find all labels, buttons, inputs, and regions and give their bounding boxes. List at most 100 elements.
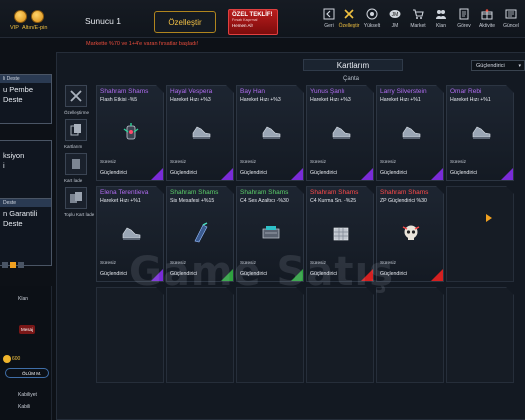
nav-news[interactable]: Güncel [500,8,522,29]
left-deck-card-1[interactable]: li Deste u Pembe Deste [0,74,52,124]
nav-back[interactable]: Geri [318,8,340,29]
card-type: Güçlendirici [170,170,198,176]
card-item[interactable]: Shahram Shams Flash Etkisi -%5 Süresiz Güçl… [96,85,164,181]
card-duration: Süresiz [380,261,396,266]
filter-bulk-return-box[interactable] [65,187,87,209]
quest-icon [459,8,469,20]
card-duration: Süresiz [170,160,186,165]
rarity-corner [431,168,443,180]
card-type: Güçlendirici [100,271,128,277]
clan-label[interactable]: Klan [18,296,28,302]
card-stat: Flash Etkisi -%5 [100,97,138,103]
card-item[interactable]: Shahram Shams C4 Ses Azaltıcı -%30 Süresiz… [236,186,304,282]
card-item[interactable]: Shahram Shams ZP Güçlendirici %30 Süresiz G… [376,186,444,282]
card-stat: ZP Güçlendirici %30 [380,198,427,204]
card-stat: Hareket Hızı +%1 [100,198,141,204]
cards-icon [70,124,81,136]
death-mode-button[interactable]: ÖLÜM M. [5,368,49,378]
nav-quest[interactable]: Görev [453,8,475,29]
card-name: Elena Terentieva [100,189,149,196]
clan-icon [436,10,446,19]
c4-icon [259,221,283,245]
left-deck-card-1-header: li Deste [0,75,51,83]
card-item[interactable]: Shahram Shams Sis Mesafesi +%15 Süresiz Güç… [166,186,234,282]
rarity-corner [221,269,233,281]
nav-jm[interactable]: JM JM [384,8,406,29]
pager-dot-active[interactable] [10,262,16,268]
promo-message[interactable]: Markette %70 ve 1+4'e varan fırsatlar ba… [86,41,198,47]
pager-dot[interactable] [2,262,8,268]
card-name: Shahram Shams [170,189,219,196]
left-deck-card-2[interactable]: ksiyon i [0,140,52,202]
message-button[interactable]: Mesaj [19,325,35,334]
card-item[interactable]: Elena Terentieva Hareket Hızı +%1 Süresiz G… [96,186,164,282]
nav-customize-label: Özelleştir [338,23,360,29]
ability-label[interactable]: Kabiliyet [18,392,37,398]
sort-dropdown[interactable]: Güçlendirici ▾ [471,60,525,71]
left-deck-card-3[interactable]: Deste n Garantili Deste [0,198,52,266]
nav-activity[interactable]: Aktivite [476,8,498,29]
bulk-card-return-icon [70,192,82,203]
card-item[interactable]: Bay Han Hareket Hızı +%3 Süresiz Güçlendiri… [236,85,304,181]
server-name[interactable]: Sunucu 1 [85,16,121,26]
empty-card-slot [166,287,234,383]
svg-text:JM: JM [392,12,399,18]
card-name: Shahram Shams [240,189,289,196]
shoe-icon [119,221,143,245]
shoe-icon [399,120,423,144]
card-item[interactable]: Yunus Şanlı Hareket Hızı +%3 Süresiz Güçlen… [306,85,374,181]
left-lower-panel [0,286,52,420]
left-deck-card-3-header: Deste [0,199,51,207]
upgrade-icon [366,8,378,20]
left-deck-card-2-line2: i [3,161,5,170]
left-deck-card-1-line2: Deste [3,95,23,104]
card-type: Güçlendirici [310,271,338,277]
nav-news-label: Güncel [503,23,519,29]
empty-card-slot [236,287,304,383]
card-type: Güçlendirici [100,170,128,176]
empty-card-slot [446,287,514,383]
pager-dot[interactable] [18,262,24,268]
filter-bulk-return-label: Toplu Kart İade [64,212,95,217]
card-stat: Hareket Hızı +%3 [170,97,211,103]
crossed-tools-icon [344,9,354,19]
gold-coin-icon[interactable] [31,10,44,23]
nav-customize[interactable]: Özelleştir [338,8,360,29]
card-duration: Süresiz [450,160,466,165]
card-item[interactable]: Hayal Vespera Hareket Hızı +%3 Süresiz Güçl… [166,85,234,181]
card-item[interactable]: Omar Rebi Hareket Hızı +%1 Süresiz Güçlendi… [446,85,514,181]
customize-button[interactable]: Özelleştir [154,11,216,33]
card-duration: Süresiz [240,261,256,266]
ability-label-2[interactable]: Kabili [18,404,30,410]
card-type: Güçlendirici [380,271,408,277]
rarity-corner [221,168,233,180]
nav-clan[interactable]: Klan [430,8,452,29]
nav-market[interactable]: Market [407,8,429,29]
offer-subtitle: Fırsatı Kaçırma! [232,18,258,22]
card-name: Shahram Shams [310,189,359,196]
card-stat: C4 Ses Azaltıcı -%30 [240,198,289,204]
card-return-icon [72,159,80,169]
top-bar: VIP Altın/E-pin Sunucu 1 Özelleştir ÖZEL… [0,0,525,38]
altin-epin-label: Altın/E-pin [22,25,48,31]
special-offer-banner[interactable]: ÖZEL TEKLİF! Fırsatı Kaçırma! Hemen Al! [228,9,278,35]
nav-back-label: Geri [324,23,334,29]
vip-icon[interactable] [14,10,27,23]
filter-my-cards-box[interactable] [65,119,87,141]
filter-customize-box[interactable] [65,85,87,107]
card-duration: Süresiz [240,160,256,165]
market-icon [413,9,424,19]
card-name: Hayal Vespera [170,88,213,95]
left-deck-card-3-line2: Deste [3,219,23,228]
vip-label: VIP [10,25,19,31]
left-pager [0,262,52,270]
coin-icon [3,355,11,363]
filter-my-cards-label: Kartlarım [64,144,83,149]
card-type: Güçlendirici [310,170,338,176]
left-deck-card-2-line1: ksiyon [3,151,25,160]
filter-card-return-box[interactable] [65,153,87,175]
nav-upgrade[interactable]: Yükselt [361,8,383,29]
nav-upgrade-label: Yükselt [363,23,381,29]
card-item[interactable]: Shahram Shams C4 Kurma Sn. -%25 Süresiz Güç… [306,186,374,282]
card-item[interactable]: Larry Silverstein Hareket Hızı +%1 Süresiz… [376,85,444,181]
